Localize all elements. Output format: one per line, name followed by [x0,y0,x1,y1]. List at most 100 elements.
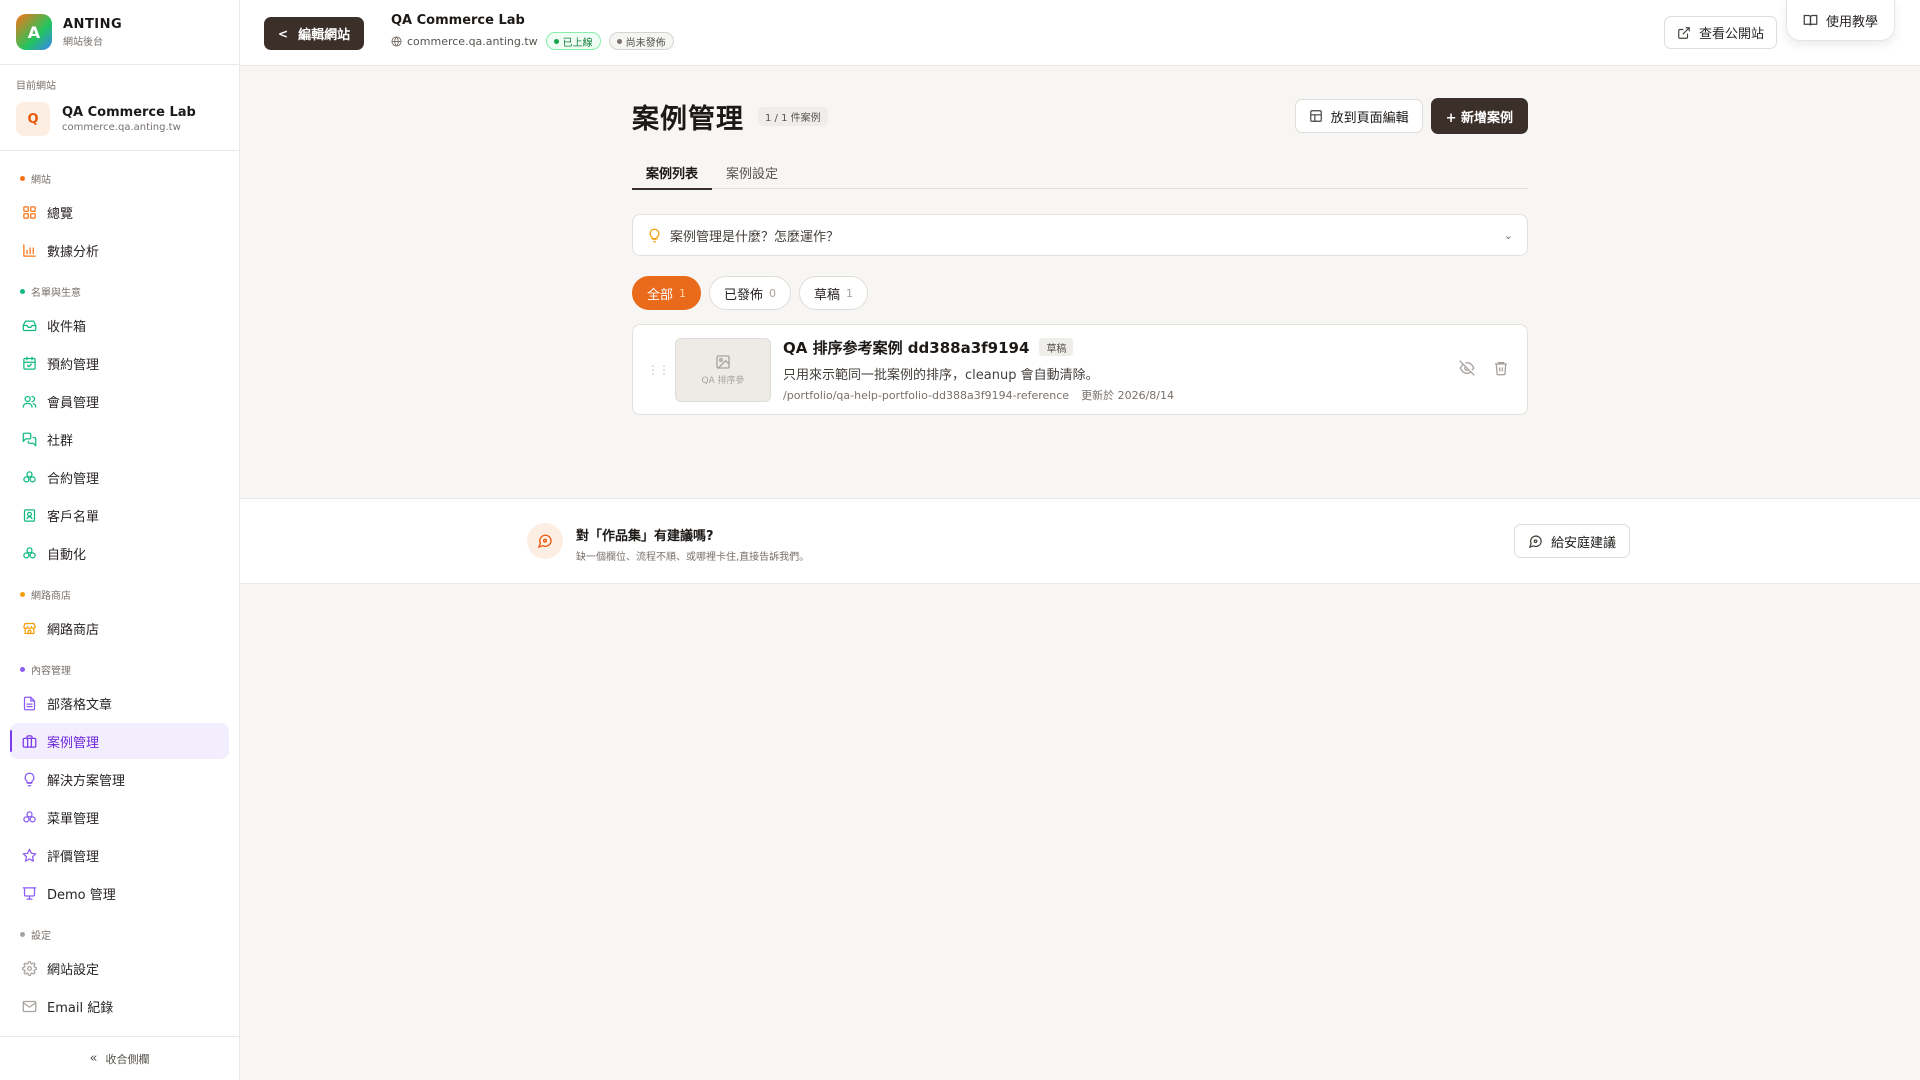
tab[interactable]: 案例列表 [632,156,713,190]
presentation-icon [22,886,37,900]
sidebar-item-label: 合約管理 [47,471,100,487]
status-badge-unpublished: 尚未發佈 [608,32,674,50]
brand[interactable]: A ANTING 網站後台 [0,0,239,65]
layout-icon [1309,110,1322,122]
filter-label: 草稿 [814,287,841,303]
nav-section-label: 網路商店 [10,573,229,610]
sidebar-item-label: 網站設定 [47,962,100,978]
nav-section-label: 內容管理 [10,648,229,685]
filter-count: 1 [679,286,687,300]
filter-chip[interactable]: 已發佈 0 [709,276,792,310]
sidebar-item-label: 網路商店 [47,622,100,638]
sidebar-item-label: 會員管理 [47,395,100,411]
give-feedback-label: 給安庭建議 [1551,535,1617,551]
tutorial-button[interactable]: 使用教學 [1786,0,1896,41]
feedback-title: 對「作品集」有建議嗎? [576,529,714,544]
sidebar-nav: 網站 總覽 數據分析 名單與生意 收件箱 預約管理 會員管理 社群 合約管理 客戶名單 自動化 網路商… [0,151,239,1024]
case-thumbnail: QA 排序參 [675,337,771,402]
site-switcher[interactable]: Q QA Commerce Lab commerce.qa.anting.tw [16,102,223,136]
nav-section-label: 網站 [10,157,229,194]
filter-count: 1 [846,286,854,300]
filter-label: 全部 [647,287,674,303]
mail-icon [22,1000,37,1012]
sidebar-item-label: 部落格文章 [47,697,113,713]
star-icon [22,848,37,862]
double-chevron-left-icon: « [89,1051,98,1066]
sidebar-item[interactable]: 收件箱 [10,307,229,343]
filter-label: 已發佈 [724,287,764,303]
filter-count: 0 [769,286,777,300]
tutorial-label: 使用教學 [1826,14,1879,30]
sidebar-item[interactable]: 自動化 [10,535,229,571]
topbar-site-info: QA Commerce Lab commerce.qa.anting.tw 已上… [391,13,674,50]
feedback-subtitle: 缺一個欄位、流程不順、或哪裡卡住,直接告訴我們。 [576,552,810,563]
status-badge-live: 已上線 [545,32,601,50]
chat-icon [22,432,37,446]
sidebar-item-label: 解決方案管理 [47,773,126,789]
give-feedback-button[interactable]: 給安庭建議 [1514,524,1631,558]
sidebar-item[interactable]: 解決方案管理 [10,761,229,797]
calendar-icon [23,356,36,370]
sidebar-item-label: 案例管理 [47,735,100,751]
cluster-icon [23,470,36,482]
edit-on-page-button[interactable]: 放到頁面編輯 [1294,99,1423,133]
sidebar-item-label: 評價管理 [47,849,100,865]
add-case-button[interactable]: + 新增案例 [1430,98,1528,134]
sidebar-item[interactable]: 案例管理 [10,723,229,759]
sidebar-item[interactable]: 評價管理 [10,837,229,873]
back-edit-site-button[interactable]: < 編輯網站 [264,17,365,50]
sidebar-item[interactable]: Email 紀錄 [10,988,229,1024]
sidebar-item[interactable]: 預約管理 [10,345,229,381]
topbar-site-domain: commerce.qa.anting.tw [407,34,538,48]
inbox-icon [22,320,37,331]
cluster-icon [23,810,36,822]
sidebar-item[interactable]: Demo 管理 [10,875,229,911]
globe-icon [391,35,402,47]
case-path: /portfolio/qa-help-portfolio-dd388a3f919… [783,388,1070,402]
case-card[interactable]: ⋮⋮ QA 排序參 QA 排序参考案例 dd388a3f9194 草稿 只用來示範同一批… [632,324,1528,415]
view-public-site-button[interactable]: 查看公開站 [1664,16,1778,49]
feedback-icon [527,523,563,559]
gear-icon [22,960,37,976]
sidebar-item[interactable]: 網路商店 [10,610,229,646]
back-label: 編輯網站 [298,28,351,43]
sidebar-item-label: 收件箱 [47,319,87,335]
document-icon [23,696,36,710]
sidebar-item-label: 數據分析 [47,244,100,260]
brand-subtitle: 網站後台 [63,36,103,48]
sidebar-item[interactable]: 社群 [10,421,229,457]
filter-chip[interactable]: 全部 1 [632,276,702,310]
sidebar-item[interactable]: 菜單管理 [10,799,229,835]
sidebar-item[interactable]: 網站設定 [10,950,229,986]
collapse-sidebar-button[interactable]: « 收合側欄 [0,1036,239,1080]
sidebar-item-label: 客戶名單 [47,509,100,525]
current-site-label: 目前網站 [16,81,56,92]
site-domain: commerce.qa.anting.tw [62,122,181,133]
faq-accordion[interactable]: 案例管理是什麼？怎麼運作？ ⌄ [632,214,1528,256]
case-description: 只用來示範同一批案例的排序，cleanup 會自動清除。 [783,367,1099,383]
item-count: 1 / 1 件案例 [758,106,828,126]
topbar: < 編輯網站 QA Commerce Lab commerce.qa.antin… [240,0,1920,66]
eye-off-icon[interactable] [1459,360,1475,376]
tab[interactable]: 案例設定 [712,156,792,189]
sidebar-item[interactable]: 會員管理 [10,383,229,419]
sidebar-item[interactable]: 部落格文章 [10,685,229,721]
filter-chip[interactable]: 草稿 1 [799,276,869,310]
case-title[interactable]: QA 排序参考案例 dd388a3f9194 [783,337,1029,358]
sidebar-item-label: 自動化 [47,547,87,563]
chevron-down-icon: ⌄ [1503,228,1513,242]
drag-handle-icon[interactable]: ⋮⋮ [647,363,670,377]
sidebar-item[interactable]: 總覽 [10,194,229,230]
sidebar-item-label: 社群 [47,433,74,449]
sidebar-item[interactable]: 合約管理 [10,459,229,495]
sidebar-item[interactable]: 數據分析 [10,232,229,268]
brand-logo: A [16,14,52,50]
collapse-label: 收合側欄 [105,1052,150,1066]
contact-icon [23,508,36,522]
sidebar-item-label: 菜單管理 [47,811,100,827]
trash-icon[interactable] [1493,360,1509,376]
sidebar: A ANTING 網站後台 目前網站 Q QA Commerce Lab com… [0,0,240,1080]
site-avatar: Q [16,102,50,136]
sidebar-item[interactable]: 客戶名單 [10,497,229,533]
lightbulb-icon [24,772,35,786]
